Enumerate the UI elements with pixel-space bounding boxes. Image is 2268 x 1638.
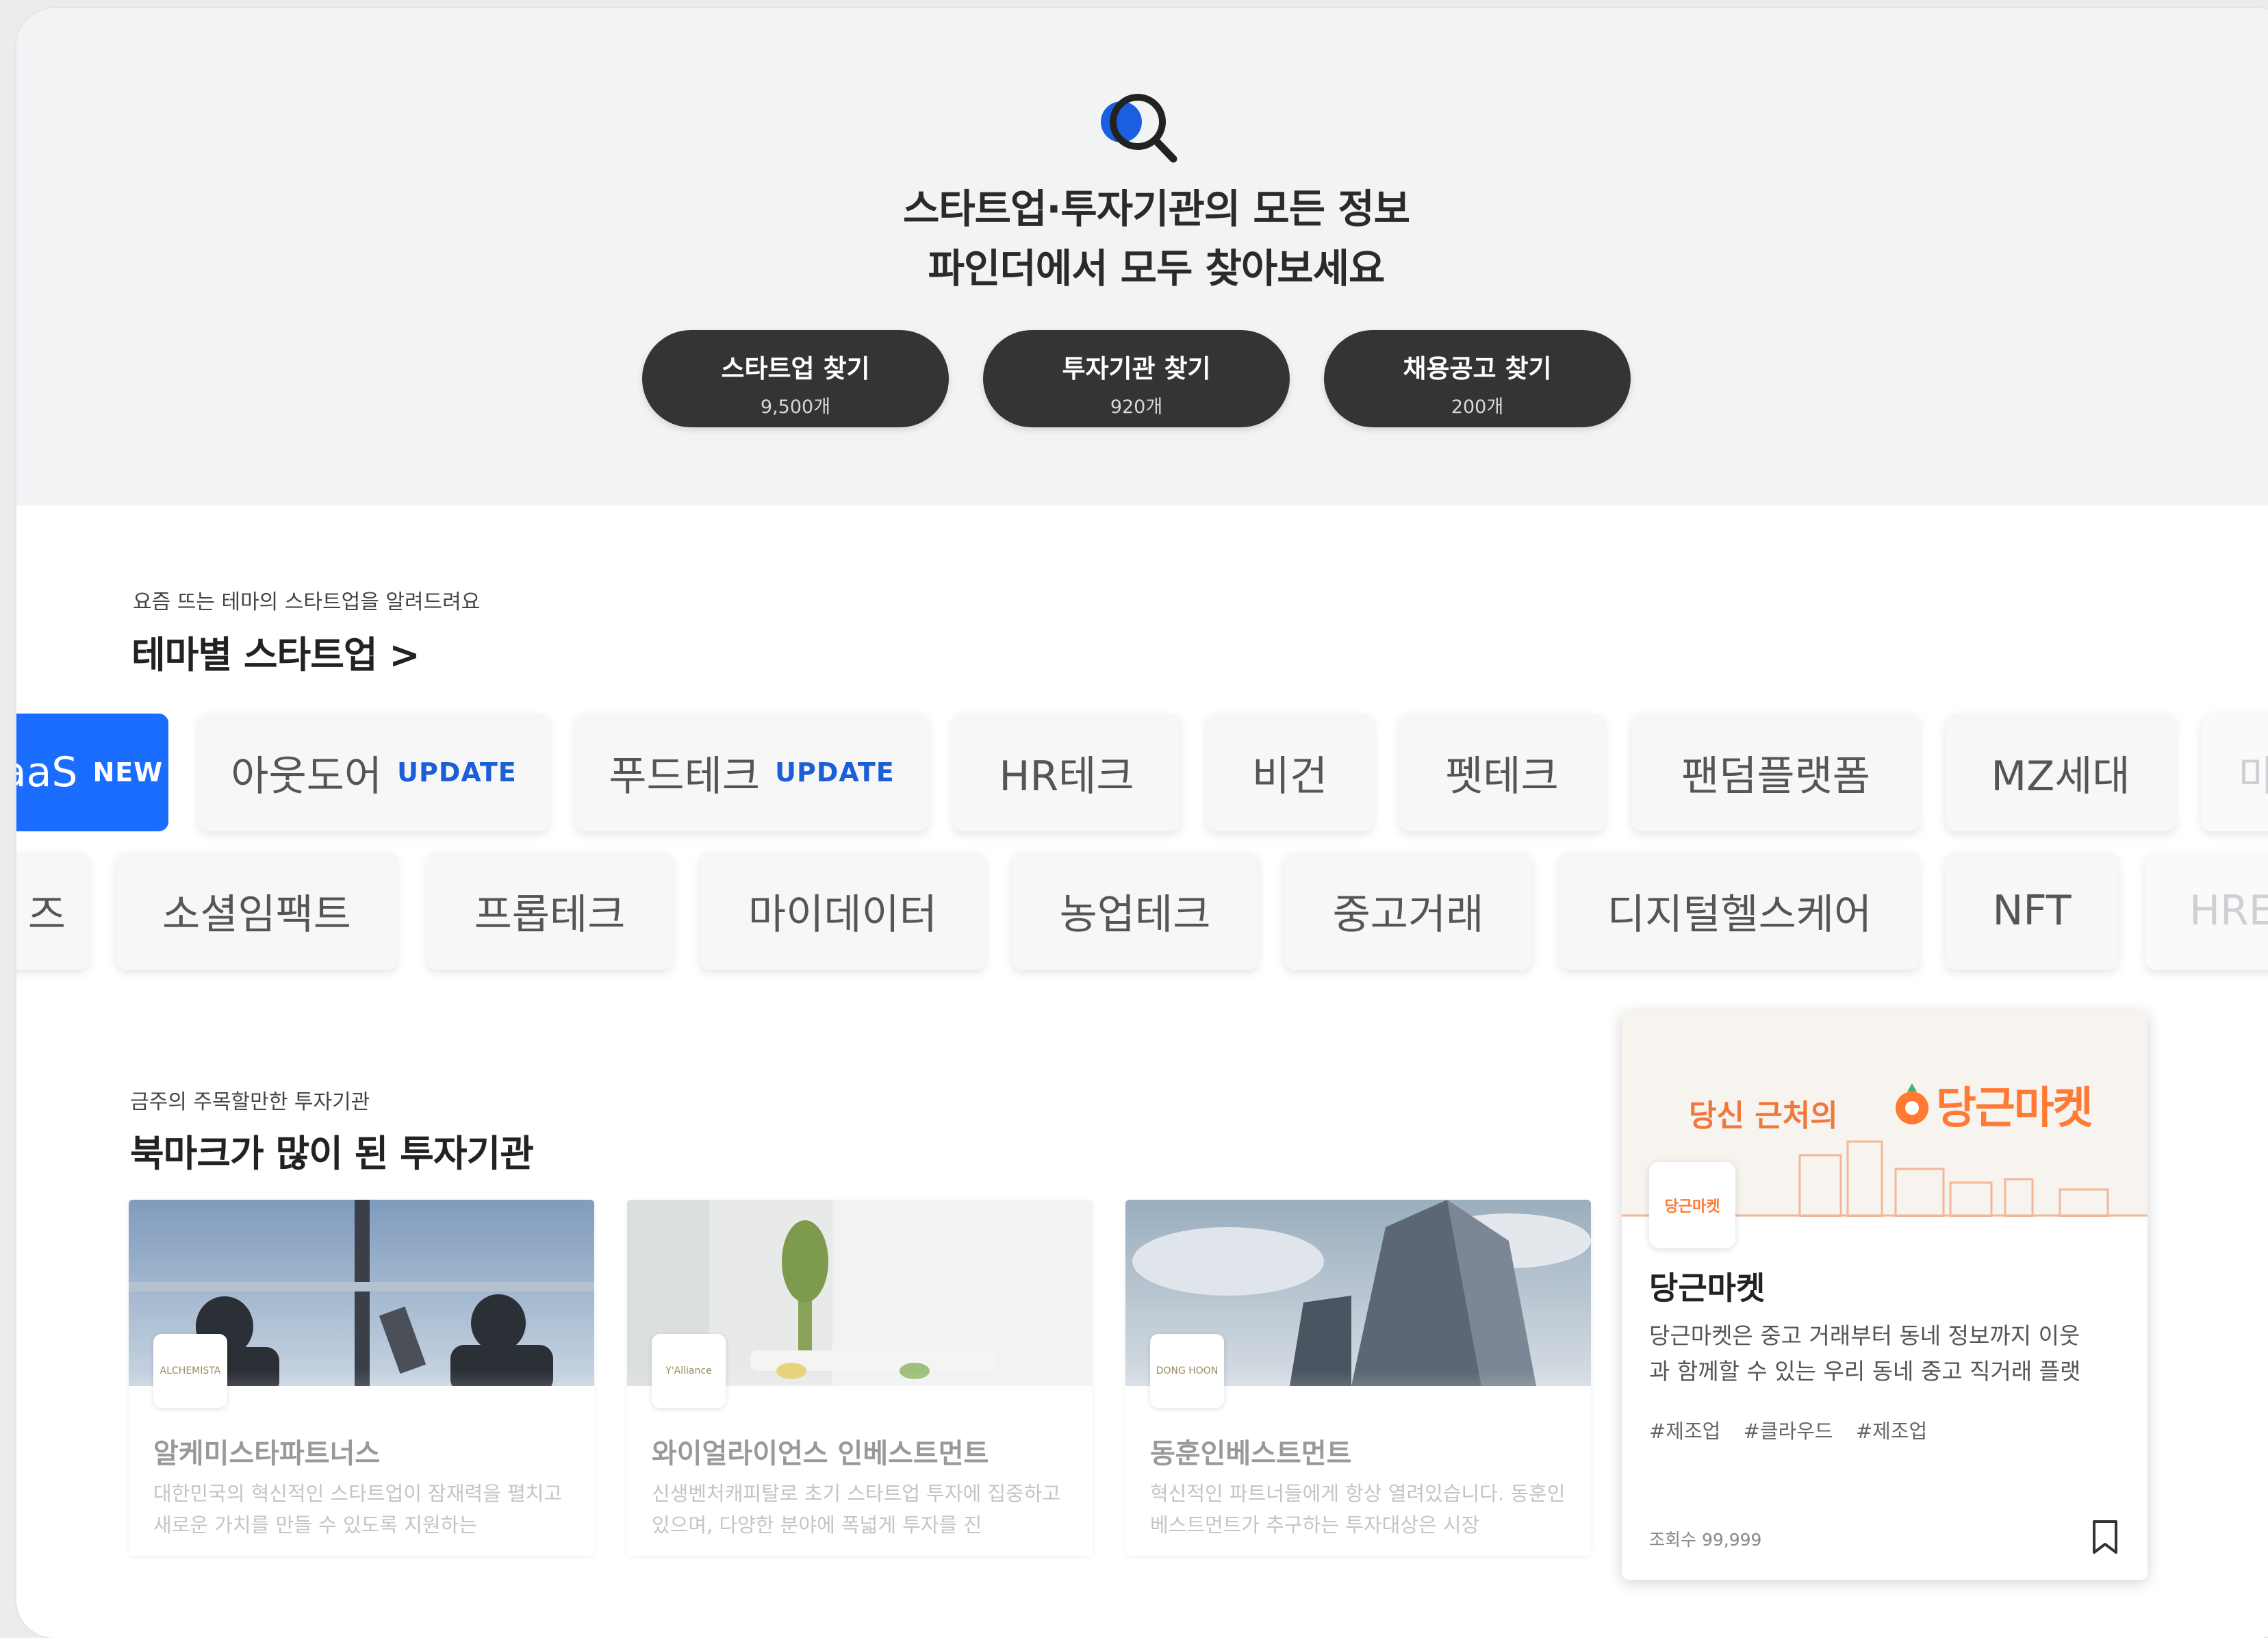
theme-chip-partial-right[interactable]: HRE (2145, 852, 2268, 970)
update-badge: UPDATE (775, 757, 895, 788)
view-count: 조회수 99,999 (1649, 1530, 1762, 1550)
theme-chip-label: 펫테크 (1445, 752, 1559, 801)
banner-brand-text: 당근마켓 (1936, 1083, 2093, 1134)
theme-chip-mz-generation[interactable]: MZ세대 (1946, 714, 2176, 831)
hero-title-line1: 스타트업·투자기관의 모든 정보 (902, 186, 1410, 232)
investor-section-subtitle: 금주의 주목할만한 투자기관 (130, 1090, 370, 1114)
theme-chip-label: 농업테크 (1059, 890, 1211, 939)
find-investors-count: 920개 (1110, 396, 1163, 418)
featured-name: 당근마켓 (1649, 1270, 1766, 1307)
theme-chip-label: MZ세대 (1991, 752, 2130, 801)
investor-card[interactable]: ALCHEMISTA 알케미스타파트너스 대한민국의 혁신적인 스타트업이 잠재… (129, 1200, 594, 1556)
theme-chip-label: 마이데이터 (748, 890, 937, 939)
theme-chip-secondhand[interactable]: 중고거래 (1284, 852, 1532, 970)
theme-chip-hrtech[interactable]: HR테크 (953, 714, 1180, 831)
investor-logo: DONG HOON (1150, 1334, 1224, 1408)
bookmark-icon[interactable] (2091, 1520, 2119, 1555)
tag-chip[interactable]: #클라우드 (1744, 1420, 1833, 1443)
investor-card[interactable]: Y'Alliance 와이얼라이언스 인베스트먼트 신생벤처캐피탈로 초기 스타… (627, 1200, 1093, 1556)
theme-chip-label: 아웃도어 (231, 752, 383, 801)
page-frame: 스타트업·투자기관의 모든 정보 파인더에서 모두 찾아보세요 스타트업 찾기 … (16, 8, 2268, 1638)
theme-chip-pettech[interactable]: 펫테크 (1399, 714, 1605, 831)
theme-chip-saas[interactable]: aaS NEW (16, 714, 168, 831)
banner-tagline: 당신 근처의 (1689, 1098, 1838, 1133)
theme-chip-partial[interactable]: 마 (2202, 714, 2268, 831)
investor-description: 혁신적인 파트너들에게 항상 열려있습니다. 동훈인베스트먼트가 추구하는 투자… (1150, 1482, 1566, 1537)
theme-chip-label: 즈 (27, 890, 66, 939)
theme-chip-social-impact[interactable]: 소셜임팩트 (116, 852, 397, 970)
theme-chip-vegan[interactable]: 비건 (1206, 714, 1373, 831)
investor-section-title: 북마크가 많이 된 투자기관 (130, 1132, 534, 1175)
featured-description: 당근마켓은 중고 거래부터 동네 정보까지 이웃 과 함께할 수 있는 우리 동… (1649, 1318, 2128, 1394)
new-badge: NEW (92, 757, 164, 788)
theme-chip-label: NFT (1992, 887, 2072, 935)
find-investors-button[interactable]: 투자기관 찾기 920개 (983, 330, 1290, 427)
theme-chip-label: 중고거래 (1332, 890, 1484, 939)
banner-brand: 당근마켓 (1892, 1073, 2093, 1136)
find-startups-label: 스타트업 찾기 (721, 354, 870, 383)
investor-name: 와이얼라이언스 인베스트먼트 (652, 1438, 989, 1470)
theme-chip-label: 디지털헬스케어 (1607, 890, 1872, 939)
theme-chip-agtech[interactable]: 농업테크 (1012, 852, 1258, 970)
investor-description: 신생벤처캐피탈로 초기 스타트업 투자에 집중하고 있으며, 다양한 분야에 폭… (652, 1482, 1061, 1537)
theme-chip-label: 소셜임팩트 (162, 890, 351, 939)
investor-name: 알케미스타파트너스 (153, 1438, 381, 1470)
theme-chip-label: aaS (16, 748, 78, 796)
theme-chip-label: 푸드테크 (609, 752, 761, 801)
hero-section: 스타트업·투자기관의 모든 정보 파인더에서 모두 찾아보세요 스타트업 찾기 … (16, 8, 2268, 505)
theme-chip-label: 프롭테크 (474, 890, 626, 939)
theme-chip-digital-healthcare[interactable]: 디지털헬스케어 (1559, 852, 1920, 970)
investor-description: 대한민국의 혁신적인 스타트업이 잠재력을 펼치고 새로운 가치를 만들 수 있… (153, 1482, 563, 1537)
find-jobs-label: 채용공고 찾기 (1403, 354, 1552, 383)
investor-logo: ALCHEMISTA (153, 1334, 227, 1408)
find-investors-label: 투자기관 찾기 (1062, 354, 1211, 383)
update-badge: UPDATE (397, 757, 517, 788)
featured-startup-card[interactable]: 당신 근처의 당근마켓 당근마켓 당근마켓 당근마켓은 중고 거래부터 동네 정… (1622, 1011, 2148, 1580)
theme-chip-label: 비건 (1251, 752, 1328, 801)
theme-chip-mydata[interactable]: 마이데이터 (700, 852, 986, 970)
theme-chip-proptech[interactable]: 프롭테크 (427, 852, 672, 970)
theme-chip-foodtech[interactable]: 푸드테크 UPDATE (575, 714, 928, 831)
theme-chip-label: HRE (2189, 887, 2268, 935)
find-jobs-count: 200개 (1451, 396, 1504, 418)
theme-chip-label: 마 (2239, 752, 2268, 801)
theme-chip-nft[interactable]: NFT (1946, 852, 2118, 970)
theme-chip-label: HR테크 (999, 752, 1134, 801)
theme-chip-fandom-platform[interactable]: 팬덤플랫폼 (1632, 714, 1920, 831)
find-jobs-button[interactable]: 채용공고 찾기 200개 (1324, 330, 1631, 427)
finder-logo-icon (1101, 94, 1177, 163)
theme-section-title[interactable]: 테마별 스타트업 > (131, 625, 420, 679)
hero-title-line2: 파인더에서 모두 찾아보세요 (928, 245, 1386, 292)
theme-chip-partial-left[interactable]: 즈 (16, 852, 89, 970)
featured-tags: #제조업 #클라우드 #제조업 (1649, 1415, 1944, 1444)
investor-logo: Y'Alliance (652, 1334, 726, 1408)
featured-description-line2: 과 함께할 수 있는 우리 동네 중고 직거래 플랫 (1649, 1358, 2081, 1385)
featured-description-line1: 당근마켓은 중고 거래부터 동네 정보까지 이웃 (1649, 1322, 2080, 1349)
tag-chip[interactable]: #제조업 (1856, 1420, 1927, 1443)
theme-section-subtitle: 요즘 뜨는 테마의 스타트업을 알려드려요 (133, 590, 481, 614)
theme-chip-label: 팬덤플랫폼 (1681, 752, 1870, 801)
featured-logo: 당근마켓 (1649, 1162, 1735, 1248)
find-startups-count: 9,500개 (760, 396, 831, 418)
investor-card[interactable]: DONG HOON 동훈인베스트먼트 혁신적인 파트너들에게 항상 열려있습니다… (1125, 1200, 1591, 1556)
tag-chip[interactable]: #제조업 (1649, 1420, 1720, 1443)
find-startups-button[interactable]: 스타트업 찾기 9,500개 (642, 330, 949, 427)
investor-name: 동훈인베스트먼트 (1150, 1438, 1352, 1470)
theme-chip-outdoor[interactable]: 아웃도어 UPDATE (199, 714, 549, 831)
carrot-logo-icon (1896, 1083, 1928, 1124)
